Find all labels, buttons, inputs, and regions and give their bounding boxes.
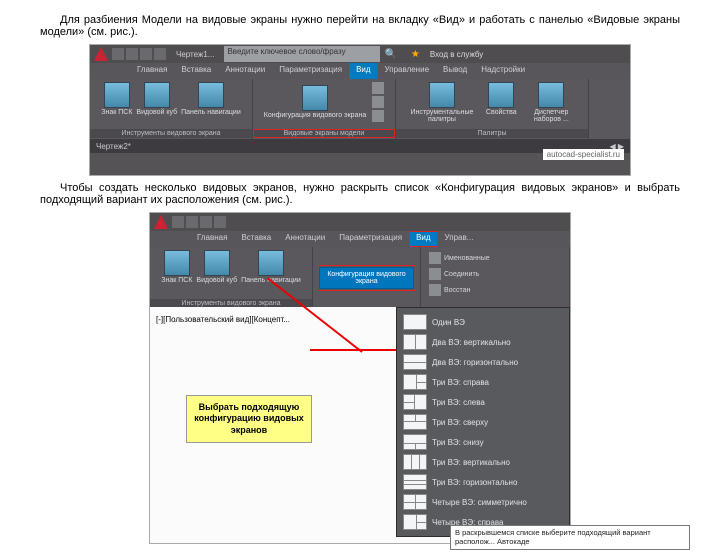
ribbon-small-button[interactable]: Именованные	[429, 252, 490, 264]
dropdown-item[interactable]: Четыре ВЭ: симметрично	[397, 492, 569, 512]
ribbon-tabs: ГлавнаяВставкаАннотацииПараметризацияВид…	[90, 63, 630, 79]
ribbon-button[interactable]: Свойства	[486, 82, 517, 123]
ribbon-button[interactable]: Знак ПСК	[161, 250, 192, 284]
ribbon-small-button[interactable]: Соединить	[429, 268, 479, 280]
dropdown-item[interactable]: Два ВЭ: вертикально	[397, 332, 569, 352]
star-icon[interactable]: ★	[411, 49, 420, 60]
ribbon-tabs-2: ГлавнаяВставкаАннотацииПараметризацияВид…	[150, 231, 570, 247]
viewport-label[interactable]: [-][Пользовательский вид][Концепт...	[156, 315, 290, 324]
tab-главная[interactable]: Главная	[130, 63, 174, 79]
ribbon-icon	[104, 82, 130, 108]
small-icon	[429, 252, 441, 264]
dropdown-item[interactable]: Три ВЭ: вертикально	[397, 452, 569, 472]
viewport-layout-icon	[403, 454, 427, 470]
dropdown-item[interactable]: Три ВЭ: слева	[397, 392, 569, 412]
viewport-layout-icon	[403, 394, 427, 410]
dropdown-item[interactable]: Два ВЭ: горизонтально	[397, 352, 569, 372]
ribbon: Знак ПСКВидовой кубПанель навигации Инст…	[90, 79, 630, 139]
watermark: autocad-specialist.ru	[543, 149, 624, 160]
panel-viewport-tools: Инструменты видового экрана	[90, 129, 252, 138]
viewport-config-button[interactable]: Конфигурация видового экрана	[319, 267, 414, 289]
viewport-layout-icon	[403, 434, 427, 450]
tab-управ...[interactable]: Управ...	[438, 231, 481, 247]
callout-note: Выбрать подходящую конфигурацию видовых …	[186, 395, 312, 443]
quick-access-toolbar[interactable]	[172, 216, 226, 228]
tab-параметризация[interactable]: Параметризация	[272, 63, 349, 79]
dropdown-item[interactable]: Один ВЭ	[397, 312, 569, 332]
title-bar: Чертеж1... Введите ключевое слово/фразу …	[90, 45, 630, 63]
ribbon-button[interactable]: Панель навигации	[181, 82, 241, 116]
ribbon-icon	[488, 82, 514, 108]
tab-надстройки[interactable]: Надстройки	[474, 63, 532, 79]
panel-model-viewports: Видовые экраны модели	[253, 129, 395, 138]
viewport-layout-icon	[403, 354, 427, 370]
small-icon	[429, 284, 441, 296]
tab-вставка[interactable]: Вставка	[234, 231, 278, 247]
tab-параметризация[interactable]: Параметризация	[332, 231, 409, 247]
viewport-layout-icon	[403, 514, 427, 530]
screenshot-2: ГлавнаяВставкаАннотацииПараметризацияВид…	[149, 212, 571, 544]
viewport-layout-icon	[403, 374, 427, 390]
drawing-area[interactable]: [-][Пользовательский вид][Концепт... Выб…	[150, 307, 570, 543]
title-bar-2	[150, 213, 570, 231]
panel-palettes: Палитры	[396, 129, 588, 138]
dropdown-item[interactable]: Три ВЭ: сверху	[397, 412, 569, 432]
search-icon[interactable]: 🔍	[384, 49, 396, 60]
paragraph-1: Для разбиения Модели на видовые экраны н…	[40, 14, 680, 38]
tab-вид[interactable]: Вид	[349, 63, 377, 79]
ribbon-2: Знак ПСКВидовой кубПанель навигации Инст…	[150, 247, 570, 309]
app-logo-icon	[154, 215, 168, 229]
ribbon-button[interactable]: Знак ПСК	[101, 82, 132, 116]
doc-title: Чертеж1...	[176, 50, 214, 59]
ribbon-button[interactable]: Инструментальные палитры	[402, 82, 482, 123]
tab-вставка[interactable]: Вставка	[174, 63, 218, 79]
status-doc: Чертеж2*	[96, 142, 131, 151]
search-input[interactable]: Введите ключевое слово/фразу	[224, 46, 380, 62]
app-logo-icon	[94, 47, 108, 61]
tab-вид[interactable]: Вид	[409, 231, 437, 247]
ribbon-button[interactable]: Видовой куб	[196, 250, 237, 284]
viewport-layout-icon	[403, 334, 427, 350]
login-link[interactable]: Вход в службу	[430, 50, 483, 59]
small-icon	[429, 268, 441, 280]
arrow-icon	[310, 349, 400, 351]
ribbon-button[interactable]: Видовой куб	[136, 82, 177, 116]
restore-icon[interactable]	[372, 110, 384, 122]
tab-аннотации[interactable]: Аннотации	[218, 63, 272, 79]
ribbon-icon	[144, 82, 170, 108]
named-icon[interactable]	[372, 82, 384, 94]
dropdown-item[interactable]: Три ВЭ: горизонтально	[397, 472, 569, 492]
paragraph-2: Чтобы создать несколько видовых экранов,…	[40, 182, 680, 206]
viewport-config-icon	[302, 85, 328, 111]
viewport-layout-icon	[403, 474, 427, 490]
ribbon-icon	[198, 82, 224, 108]
ribbon-small-button[interactable]: Восстан	[429, 284, 470, 296]
tab-вывод[interactable]: Вывод	[436, 63, 474, 79]
ribbon-icon	[538, 82, 564, 108]
quick-access-toolbar[interactable]	[112, 48, 166, 60]
dropdown-item[interactable]: Три ВЭ: снизу	[397, 432, 569, 452]
tab-главная[interactable]: Главная	[190, 231, 234, 247]
viewport-config-button[interactable]: Конфигурация видового экрана	[264, 85, 366, 119]
viewport-layout-icon	[403, 414, 427, 430]
ribbon-icon	[204, 250, 230, 276]
dropdown-item[interactable]: Три ВЭ: справа	[397, 372, 569, 392]
screenshot-1: Чертеж1... Введите ключевое слово/фразу …	[89, 44, 631, 176]
tab-аннотации[interactable]: Аннотации	[278, 231, 332, 247]
ribbon-icon	[429, 82, 455, 108]
viewport-layout-icon	[403, 494, 427, 510]
viewport-config-dropdown[interactable]: Один ВЭДва ВЭ: вертикальноДва ВЭ: горизо…	[396, 307, 570, 537]
tab-управление[interactable]: Управление	[378, 63, 436, 79]
join-icon[interactable]	[372, 96, 384, 108]
tooltip: В раскрывшемся списке выберите подходящи…	[450, 525, 690, 550]
ribbon-icon	[258, 250, 284, 276]
ribbon-icon	[164, 250, 190, 276]
viewport-layout-icon	[403, 314, 427, 330]
ribbon-button[interactable]: Диспетчер наборов ...	[521, 82, 582, 123]
